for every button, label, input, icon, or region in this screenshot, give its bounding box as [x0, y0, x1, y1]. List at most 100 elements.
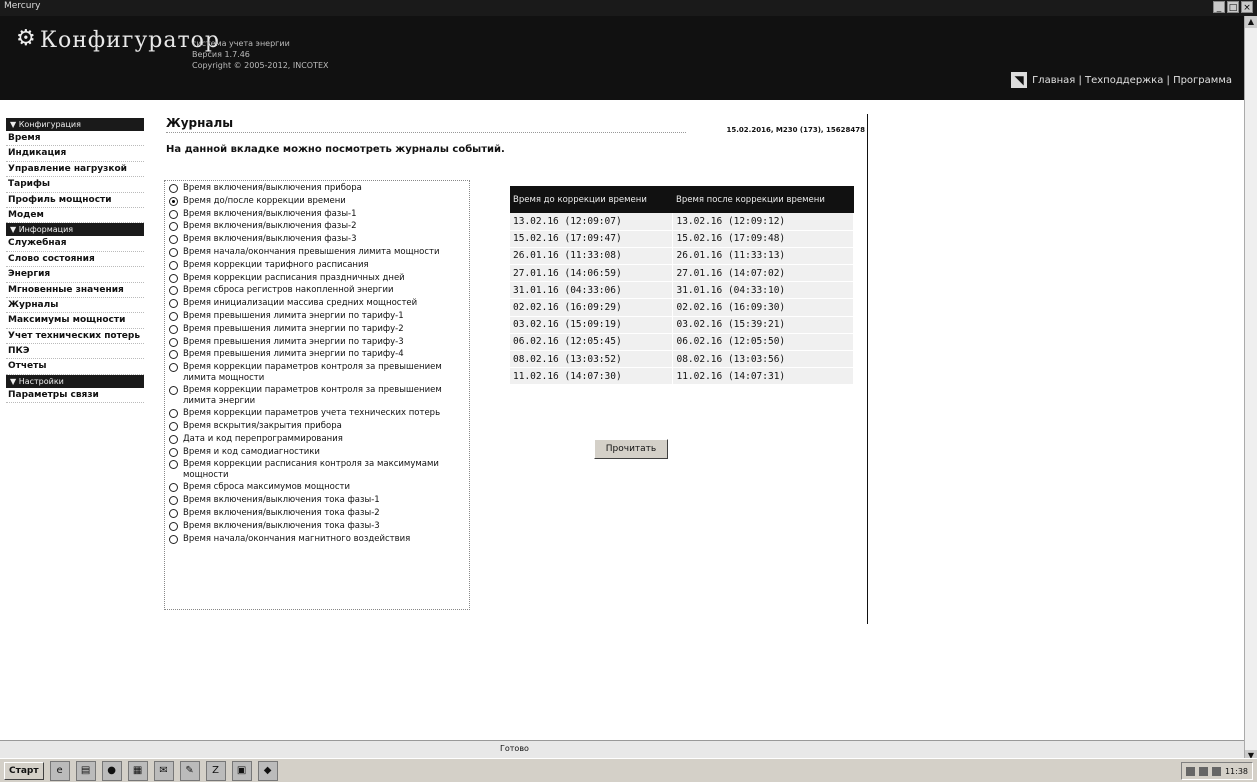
sidebar-item[interactable]: Параметры связи [6, 388, 144, 404]
sidebar-section-header[interactable]: ▼ Настройки [6, 374, 144, 388]
journal-radio-option[interactable]: Время включения/выключения тока фазы-2 [167, 508, 467, 521]
radio-icon[interactable] [169, 421, 178, 431]
folder-icon[interactable]: ▤ [75, 760, 96, 781]
radio-icon[interactable] [169, 235, 178, 245]
radio-icon[interactable] [169, 534, 178, 544]
sidebar-item[interactable]: Тарифы [6, 177, 144, 193]
sidebar-item[interactable]: Отчеты [6, 359, 144, 375]
radio-icon[interactable] [169, 434, 178, 444]
journal-radio-option[interactable]: Время включения/выключения прибора [167, 183, 467, 196]
journal-radio-option[interactable]: Дата и код перепрограммирования [167, 434, 467, 447]
maximize-icon[interactable]: □ [1227, 1, 1239, 13]
radio-icon[interactable] [169, 409, 178, 419]
journal-radio-option[interactable]: Время коррекции расписания праздничных д… [167, 273, 467, 286]
journal-radio-option[interactable]: Время сброса максимумов мощности [167, 482, 467, 495]
radio-icon[interactable] [169, 508, 178, 518]
journal-radio-option[interactable]: Время превышения лимита энергии по тариф… [167, 324, 467, 337]
radio-icon[interactable] [169, 311, 178, 321]
radio-icon[interactable] [169, 324, 178, 334]
radio-icon[interactable] [169, 386, 178, 396]
journal-radio-option[interactable]: Время сброса регистров накопленной энерг… [167, 285, 467, 298]
ie-icon[interactable]: e [49, 760, 70, 781]
scroll-up-icon[interactable]: ▲ [1245, 16, 1257, 28]
journal-radio-option[interactable]: Время включения/выключения тока фазы-3 [167, 521, 467, 534]
header-nav-links[interactable]: Главная | Техподдержка | Программа [1032, 75, 1232, 86]
table-cell: 06.02.16 (12:05:50) [672, 333, 854, 352]
radio-selected-icon[interactable] [169, 196, 178, 206]
antivirus-icon[interactable] [1211, 766, 1221, 776]
sidebar-item[interactable]: Управление нагрузкой [6, 162, 144, 178]
journal-radio-option[interactable]: Время инициализации массива средних мощн… [167, 298, 467, 311]
sidebar-item[interactable]: ПКЭ [6, 344, 144, 360]
radio-icon[interactable] [169, 363, 178, 373]
journal-radio-label: Время коррекции параметров контроля за п… [183, 385, 442, 406]
journal-radio-option[interactable]: Время коррекции параметров контроля за п… [167, 362, 467, 385]
paint-icon[interactable]: ✎ [179, 760, 200, 781]
journal-radio-option[interactable]: Время превышения лимита энергии по тариф… [167, 337, 467, 350]
read-button[interactable]: Прочитать [594, 439, 668, 459]
sidebar-item[interactable]: Профиль мощности [6, 193, 144, 208]
radio-icon[interactable] [169, 273, 178, 283]
rss-icon[interactable]: ◥ [1011, 72, 1028, 88]
sidebar-item[interactable]: Журналы [6, 298, 144, 314]
journal-radio-label: Время коррекции параметров учета техниче… [183, 408, 441, 419]
radio-icon[interactable] [169, 483, 178, 493]
sidebar-item[interactable]: Время [6, 131, 144, 147]
vertical-scrollbar[interactable]: ▲ ▼ [1244, 16, 1257, 762]
radio-icon[interactable] [169, 460, 178, 470]
journal-radio-option[interactable]: Время превышения лимита энергии по тариф… [167, 349, 467, 362]
journal-radio-option[interactable]: Время включения/выключения тока фазы-1 [167, 495, 467, 508]
sidebar-item[interactable]: Модем [6, 208, 144, 224]
radio-icon[interactable] [169, 260, 178, 270]
journal-radio-option[interactable]: Время коррекции параметров контроля за п… [167, 385, 467, 408]
radio-icon[interactable] [169, 222, 178, 232]
radio-icon[interactable] [169, 184, 178, 193]
mercury-icon[interactable]: ◆ [257, 760, 278, 781]
radio-icon[interactable] [169, 447, 178, 457]
radio-icon[interactable] [169, 299, 178, 309]
journal-radio-option[interactable]: Время включения/выключения фазы-1 [167, 209, 467, 222]
sidebar-item[interactable]: Служебная [6, 236, 144, 252]
media-icon[interactable]: ● [101, 760, 122, 781]
sidebar-item[interactable]: Энергия [6, 267, 144, 283]
radio-icon[interactable] [169, 286, 178, 296]
save-icon[interactable]: ▣ [231, 760, 252, 781]
radio-icon[interactable] [169, 209, 178, 219]
close-icon[interactable]: × [1241, 1, 1253, 13]
journal-radio-option[interactable]: Время начала/окончания магнитного воздей… [167, 534, 467, 547]
sidebar-section-header[interactable]: ▼ Конфигурация [6, 118, 144, 131]
table-row: 26.01.16 (11:33:08) 26.01.16 (11:33:13) [510, 247, 854, 266]
sidebar-item[interactable]: Учет технических потерь [6, 329, 144, 345]
network-icon[interactable] [1185, 766, 1195, 776]
app-icon[interactable]: ▦ [127, 760, 148, 781]
journal-radio-option[interactable]: Время начала/окончания превышения лимита… [167, 247, 467, 260]
table-cell: 31.01.16 (04:33:06) [510, 281, 674, 300]
minimize-icon[interactable]: _ [1213, 1, 1225, 13]
sidebar-item[interactable]: Слово состояния [6, 252, 144, 268]
journal-radio-option[interactable]: Время до/после коррекции времени [167, 196, 467, 209]
radio-icon[interactable] [169, 337, 178, 347]
sidebar-item[interactable]: Мгновенные значения [6, 283, 144, 298]
sidebar-item[interactable]: Индикация [6, 146, 144, 162]
journal-radio-option[interactable]: Время включения/выключения фазы-2 [167, 221, 467, 234]
radio-icon[interactable] [169, 521, 178, 531]
mail-icon[interactable]: ✉ [153, 760, 174, 781]
journal-radio-option[interactable]: Время включения/выключения фазы-3 [167, 234, 467, 247]
archiver-icon[interactable]: Z [205, 760, 226, 781]
journal-radio-option[interactable]: Время коррекции расписания контроля за м… [167, 459, 467, 482]
journal-radio-option[interactable]: Время коррекции параметров учета техниче… [167, 408, 467, 421]
sidebar-item[interactable]: Максимумы мощности [6, 313, 144, 329]
clock[interactable]: 11:38 [1225, 767, 1248, 776]
journal-radio-option[interactable]: Время превышения лимита энергии по тариф… [167, 311, 467, 324]
radio-icon[interactable] [169, 350, 178, 360]
radio-icon[interactable] [169, 247, 178, 257]
table-cell: 06.02.16 (12:05:45) [510, 333, 674, 352]
radio-icon[interactable] [169, 496, 178, 506]
sidebar-section-header[interactable]: ▼ Информация [6, 223, 144, 237]
journal-radio-option[interactable]: Время вскрытия/закрытия прибора [167, 421, 467, 434]
start-button[interactable]: Старт [4, 761, 44, 780]
journal-radio-option[interactable]: Время коррекции тарифного расписания [167, 260, 467, 273]
volume-icon[interactable] [1198, 766, 1208, 776]
table-cell: 27.01.16 (14:07:02) [672, 264, 854, 283]
journal-radio-option[interactable]: Время и код самодиагностики [167, 447, 467, 460]
